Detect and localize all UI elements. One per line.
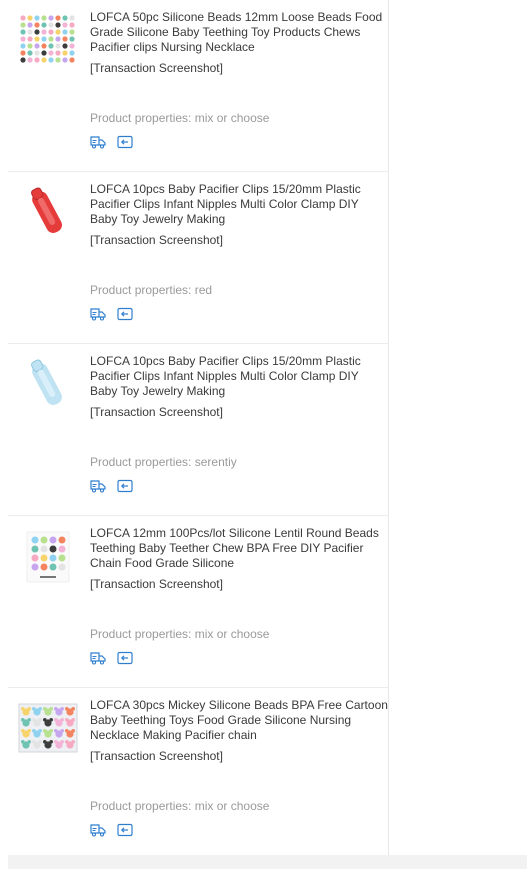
transaction-screenshot-link[interactable]: [Transaction Screenshot] [90, 61, 223, 76]
service-icons [90, 823, 140, 837]
blue-pacifier-clip-image [18, 354, 78, 414]
product-thumbnail[interactable] [18, 10, 78, 70]
product-properties: Product properties: red [90, 283, 213, 297]
product-properties: Product properties: mix or choose [90, 799, 270, 813]
order-item: LOFCA 10pcs Baby Pacifier Clips 15/20mm … [8, 172, 389, 344]
return-icon[interactable] [117, 479, 134, 493]
truck-icon[interactable] [90, 307, 106, 321]
product-title-link[interactable]: LOFCA 12mm 100Pcs/lot Silicone Lentil Ro… [90, 526, 388, 571]
service-icons [90, 135, 140, 149]
product-thumbnail[interactable] [18, 354, 78, 414]
transaction-screenshot-link[interactable]: [Transaction Screenshot] [90, 749, 223, 764]
return-icon[interactable] [117, 307, 134, 321]
product-title-link[interactable]: LOFCA 10pcs Baby Pacifier Clips 15/20mm … [90, 354, 388, 399]
order-item: LOFCA 30pcs Mickey Silicone Beads BPA Fr… [8, 688, 389, 855]
service-icons [90, 307, 140, 321]
order-item: LOFCA 50pc Silicone Beads 12mm Loose Bea… [8, 0, 389, 172]
return-icon[interactable] [117, 135, 134, 149]
transaction-screenshot-link[interactable]: [Transaction Screenshot] [90, 405, 223, 420]
truck-icon[interactable] [90, 135, 106, 149]
red-pacifier-clip-image [18, 182, 78, 242]
transaction-screenshot-link[interactable]: [Transaction Screenshot] [90, 233, 223, 248]
bead-grid-image [18, 10, 78, 70]
order-items-panel: LOFCA 50pc Silicone Beads 12mm Loose Bea… [0, 0, 389, 855]
product-thumbnail[interactable] [18, 526, 78, 586]
service-icons [90, 651, 140, 665]
transaction-screenshot-link[interactable]: [Transaction Screenshot] [90, 577, 223, 592]
product-properties: Product properties: mix or choose [90, 111, 270, 125]
product-thumbnail[interactable] [18, 698, 78, 758]
product-title-link[interactable]: LOFCA 50pc Silicone Beads 12mm Loose Bea… [90, 10, 388, 55]
order-item: LOFCA 10pcs Baby Pacifier Clips 15/20mm … [8, 344, 389, 516]
product-properties: Product properties: serentiy [90, 455, 237, 469]
truck-icon[interactable] [90, 479, 106, 493]
lentil-beads-card-image [18, 526, 78, 586]
service-icons [90, 479, 140, 493]
product-title-link[interactable]: LOFCA 30pcs Mickey Silicone Beads BPA Fr… [90, 698, 388, 743]
return-icon[interactable] [117, 823, 134, 837]
truck-icon[interactable] [90, 651, 106, 665]
product-thumbnail[interactable] [18, 182, 78, 242]
order-item: LOFCA 12mm 100Pcs/lot Silicone Lentil Ro… [8, 516, 389, 688]
return-icon[interactable] [117, 651, 134, 665]
product-properties: Product properties: mix or choose [90, 627, 270, 641]
mickey-beads-box-image [18, 698, 78, 758]
product-title-link[interactable]: LOFCA 10pcs Baby Pacifier Clips 15/20mm … [90, 182, 388, 227]
footer-bar [8, 855, 527, 869]
truck-icon[interactable] [90, 823, 106, 837]
